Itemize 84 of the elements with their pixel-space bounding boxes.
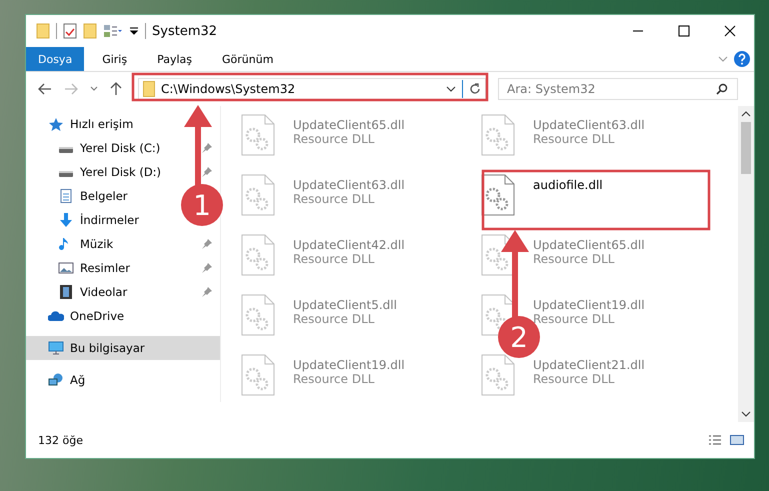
- file-type: Resource DLL: [293, 132, 376, 146]
- nav-item[interactable]: Yerel Disk (D:): [26, 160, 166, 184]
- step-badge: [181, 184, 223, 226]
- pin-icon[interactable]: [202, 167, 212, 177]
- window-title: System32: [152, 24, 218, 38]
- view-list-icon: [103, 24, 123, 38]
- file-name[interactable]: UpdateClient19.dll: [533, 298, 645, 312]
- ribbon-tab[interactable]: Dosya: [26, 47, 84, 71]
- star-icon: [48, 117, 64, 131]
- dropdown-icon[interactable]: [446, 85, 456, 93]
- refresh-icon[interactable]: [469, 83, 481, 95]
- address-path: C:\Windows\System32: [161, 82, 296, 96]
- scroll-down-icon[interactable]: [741, 410, 751, 418]
- folder-icon: [36, 23, 50, 39]
- folder-icon: [143, 81, 155, 97]
- pin-icon[interactable]: [202, 239, 212, 249]
- maximize-icon[interactable]: [678, 25, 690, 37]
- file-name[interactable]: UpdateClient19.dll: [293, 358, 405, 372]
- ribbon-tab[interactable]: Paylaş: [145, 47, 204, 71]
- pin-icon[interactable]: [202, 287, 212, 297]
- file-name[interactable]: audiofile.dll: [533, 178, 603, 192]
- file-name[interactable]: UpdateClient65.dll: [533, 238, 645, 252]
- large-icons-view-icon[interactable]: [730, 434, 744, 446]
- nav-item[interactable]: Hızlı erişim: [26, 112, 220, 136]
- gear-file-icon: [241, 354, 275, 396]
- properties-icon: [63, 23, 77, 39]
- help-icon[interactable]: [734, 51, 750, 67]
- gear-file-icon: [481, 354, 515, 396]
- nav-item[interactable]: Belgeler: [26, 184, 132, 208]
- pin-icon[interactable]: [202, 143, 212, 153]
- file-name[interactable]: UpdateClient42.dll: [293, 238, 405, 252]
- file-type: Resource DLL: [533, 252, 616, 266]
- pin-icon[interactable]: [202, 263, 212, 273]
- nav-item[interactable]: Yerel Disk (C:): [26, 136, 164, 160]
- close-icon[interactable]: [724, 25, 736, 37]
- expand-ribbon-icon[interactable]: [718, 55, 728, 63]
- nav-item[interactable]: Videolar: [26, 280, 132, 304]
- gear-file-icon: [481, 114, 515, 156]
- file-type: Resource DLL: [293, 312, 376, 326]
- ribbon-tab[interactable]: Görünüm: [210, 47, 286, 71]
- nav-item[interactable]: Resimler: [26, 256, 134, 280]
- nav-item[interactable]: OneDrive: [26, 304, 220, 328]
- film-icon: [58, 285, 74, 299]
- file-name[interactable]: UpdateClient63.dll: [533, 118, 645, 132]
- cloud-icon: [48, 309, 64, 323]
- details-view-icon[interactable]: [708, 434, 722, 446]
- nav-item[interactable]: İndirmeler: [26, 208, 143, 232]
- nav-item[interactable]: Bu bilgisayar: [26, 336, 220, 360]
- nav-item[interactable]: Müzik: [26, 232, 118, 256]
- computer-icon: [48, 341, 64, 355]
- down-arrow-icon: [58, 213, 74, 227]
- search-icon[interactable]: [716, 83, 728, 95]
- new-folder-icon: [83, 23, 97, 39]
- file-type: Resource DLL: [533, 132, 616, 146]
- gear-file-icon: [481, 174, 515, 216]
- gear-file-icon: [241, 114, 275, 156]
- recent-locations-icon[interactable]: [90, 86, 98, 92]
- file-name[interactable]: UpdateClient65.dll: [293, 118, 405, 132]
- customize-toolbar-icon[interactable]: [129, 26, 139, 36]
- document-icon: [58, 189, 74, 203]
- step-number: 2: [510, 321, 528, 354]
- gear-file-icon: [241, 174, 275, 216]
- ribbon-tab[interactable]: Giriş: [90, 47, 140, 71]
- network-icon: [48, 373, 64, 387]
- gear-file-icon: [241, 294, 275, 336]
- up-arrow-icon[interactable]: [110, 82, 122, 96]
- picture-icon: [58, 261, 74, 275]
- back-arrow-icon[interactable]: [38, 83, 52, 95]
- search-field[interactable]: Ara: System32: [498, 78, 738, 100]
- step-number: 1: [193, 189, 211, 222]
- scroll-up-icon[interactable]: [741, 110, 751, 118]
- nav-item[interactable]: Ağ: [26, 368, 220, 392]
- gear-file-icon: [241, 234, 275, 276]
- address-bar[interactable]: C:\Windows\System32: [138, 78, 486, 100]
- scrollbar-thumb[interactable]: [741, 122, 751, 174]
- file-name[interactable]: UpdateClient21.dll: [533, 358, 645, 372]
- file-type: Resource DLL: [293, 372, 376, 386]
- file-name[interactable]: UpdateClient63.dll: [293, 178, 405, 192]
- file-type: Resource DLL: [293, 192, 376, 206]
- file-type: Resource DLL: [533, 372, 616, 386]
- item-count: 132 öğe: [38, 434, 83, 446]
- file-type: Resource DLL: [533, 312, 616, 326]
- file-name[interactable]: UpdateClient5.dll: [293, 298, 397, 312]
- file-type: Resource DLL: [293, 252, 376, 266]
